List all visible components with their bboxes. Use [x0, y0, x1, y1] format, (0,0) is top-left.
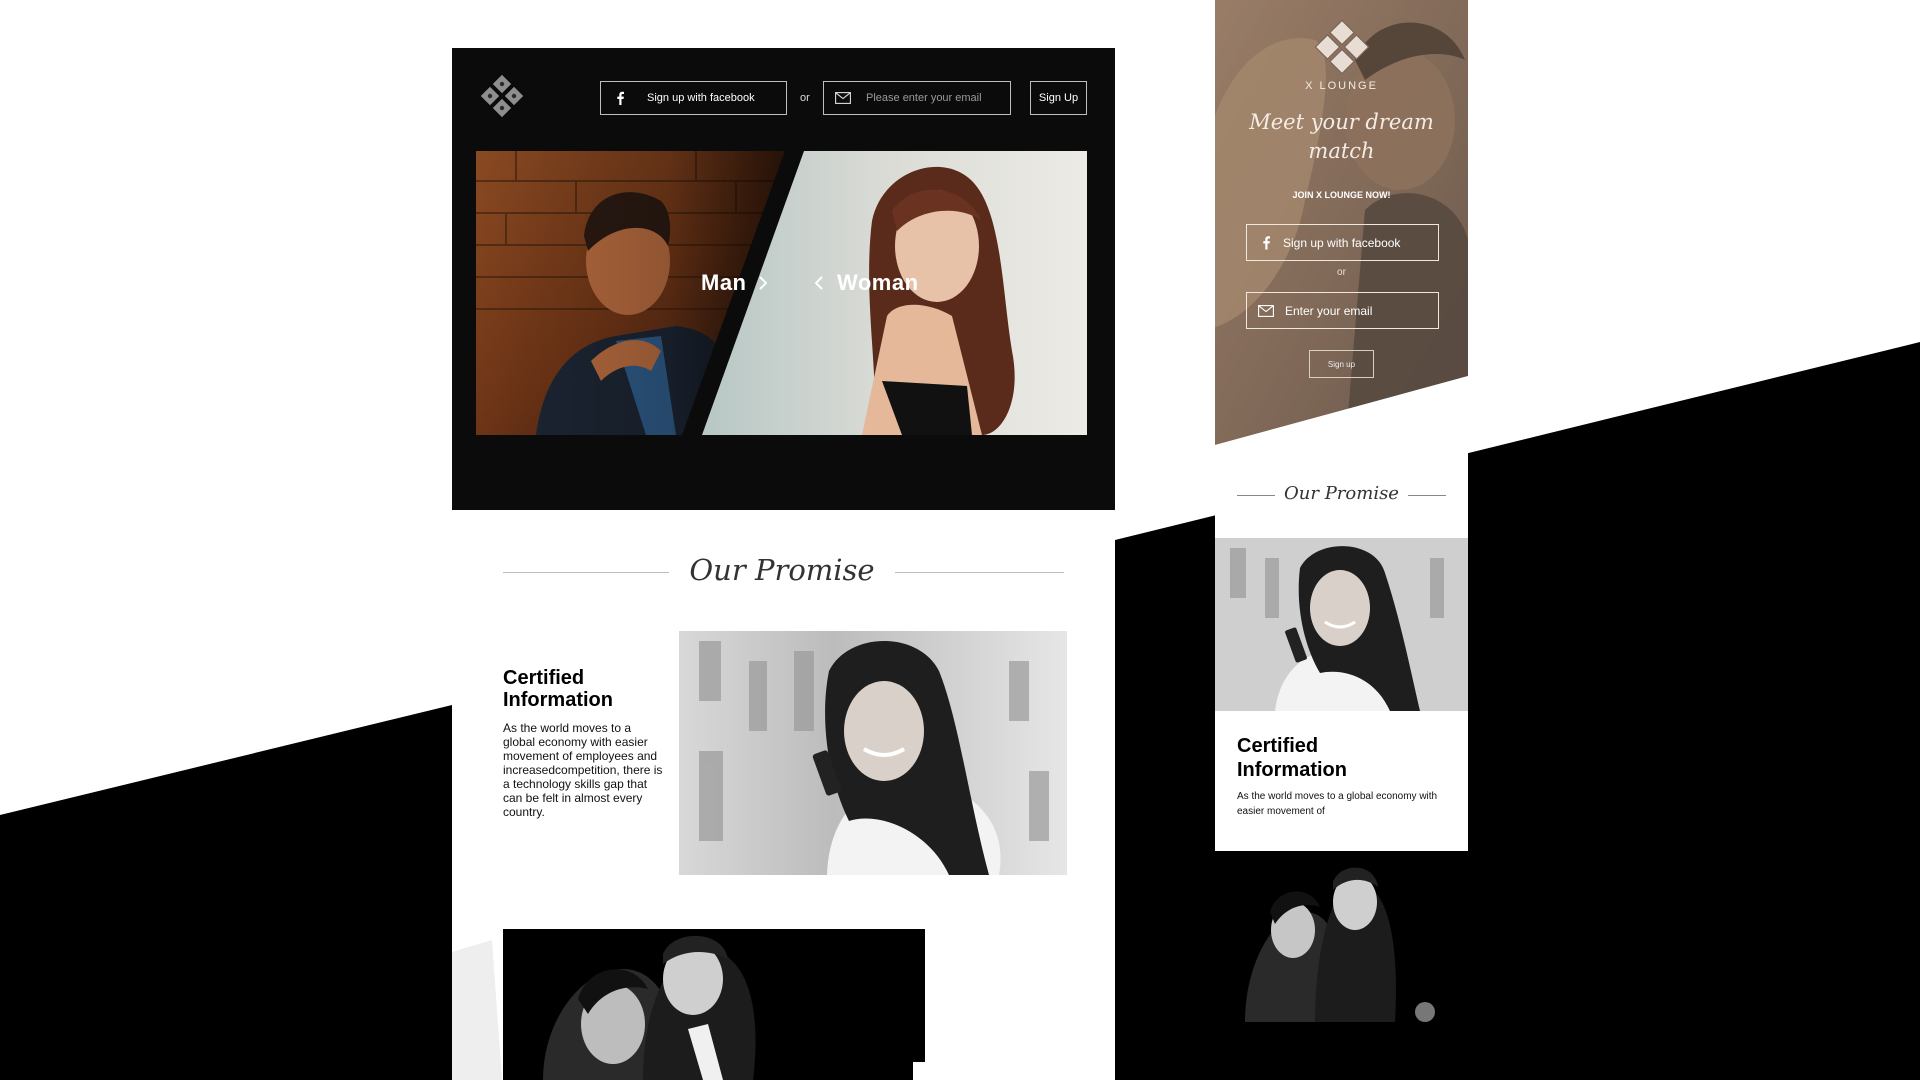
envelope-icon	[1253, 304, 1279, 317]
mobile-diagonal-white	[1215, 376, 1468, 446]
card-body: As the world moves to a global economy w…	[503, 721, 663, 819]
or-label: or	[800, 92, 810, 104]
headline-line1: Meet your dream	[1249, 110, 1434, 134]
mobile-card-title-line1: Certified	[1237, 735, 1319, 757]
mobile-card-title-line2: Information	[1237, 759, 1347, 781]
chevron-right-icon	[758, 276, 767, 290]
envelope-icon	[832, 92, 854, 104]
divider-right	[895, 572, 1064, 573]
phone-woman-photo	[679, 631, 1067, 875]
mobile-divider-left	[1237, 495, 1275, 496]
mobile-promise-title: Our Promise	[1284, 483, 1399, 504]
mobile-phone-woman-photo	[1215, 538, 1468, 711]
mobile-card-body: As the world moves to a global economy w…	[1237, 791, 1438, 817]
mobile-couple-photo	[1215, 852, 1468, 1022]
mobile-signup-label: Sign up	[1327, 359, 1356, 369]
woman-link[interactable]: Woman	[815, 270, 919, 296]
divider-left	[503, 572, 669, 573]
join-text: JOIN X LOUNGE NOW!	[1292, 190, 1391, 200]
mobile-divider-right	[1408, 495, 1446, 496]
mobile-diamond-logo-icon[interactable]	[1313, 18, 1371, 76]
mobile-email-input[interactable]: Enter your email	[1246, 292, 1439, 329]
mobile-facebook-label: Sign up with facebook	[1283, 235, 1401, 250]
hero-section: Sign up with facebook or Please enter yo…	[452, 48, 1115, 510]
mobile-signup-button[interactable]: Sign up	[1309, 350, 1374, 378]
facebook-icon	[609, 91, 631, 105]
facebook-button-label: Sign up with facebook	[647, 92, 755, 104]
photo-corner-cutout	[913, 1062, 925, 1080]
headline-line2: match	[1308, 139, 1375, 163]
brand-name: X LOUNGE	[1305, 80, 1378, 92]
chevron-left-icon	[815, 276, 823, 290]
facebook-signup-button[interactable]: Sign up with facebook	[600, 81, 787, 115]
mobile-facebook-button[interactable]: Sign up with facebook	[1246, 224, 1439, 261]
mobile-card-title: Certified Information	[1237, 734, 1347, 782]
card-title: Certified Information	[503, 667, 613, 711]
man-link[interactable]: Man	[701, 270, 767, 296]
couple-photo	[503, 929, 925, 1080]
signup-button[interactable]: Sign Up	[1030, 81, 1087, 115]
mobile-mockup: X LOUNGE Meet your dream match JOIN X LO…	[1215, 0, 1468, 1080]
mobile-or-label: or	[1337, 267, 1346, 278]
facebook-icon	[1253, 235, 1279, 250]
mobile-headline: Meet your dream match	[1215, 108, 1468, 166]
desktop-mockup: Sign up with facebook or Please enter yo…	[452, 0, 1115, 1080]
diamond-logo-icon[interactable]	[478, 72, 526, 120]
card-title-line1: Certified	[503, 667, 585, 689]
promise-title: Our Promise	[689, 553, 875, 587]
mobile-email-placeholder: Enter your email	[1285, 303, 1373, 318]
email-input[interactable]: Please enter your email	[823, 81, 1011, 115]
man-label: Man	[701, 270, 747, 295]
card-title-line2: Information	[503, 689, 613, 711]
woman-label: Woman	[837, 270, 919, 295]
email-placeholder: Please enter your email	[866, 92, 982, 104]
signup-button-label: Sign Up	[1038, 92, 1079, 104]
